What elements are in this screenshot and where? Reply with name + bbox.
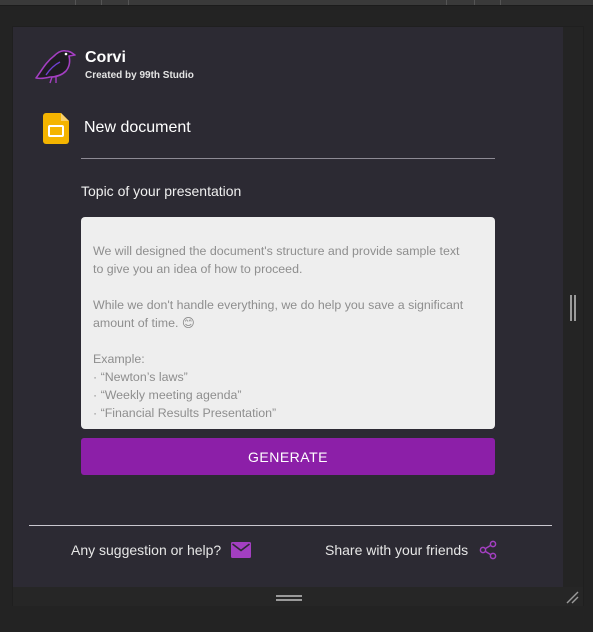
share-icon xyxy=(479,540,497,560)
placeholder-line: to give you an idea of how to proceed. xyxy=(93,262,303,276)
share-label: Share with your friends xyxy=(325,542,469,558)
horizontal-resize-handle[interactable] xyxy=(276,595,302,601)
raven-logo-icon xyxy=(35,49,76,84)
topic-label: Topic of your presentation xyxy=(81,183,242,199)
share-link[interactable]: Share with your friends xyxy=(325,539,498,561)
placeholder-line: While we don't handle everything, we do … xyxy=(93,298,464,312)
help-label: Any suggestion or help? xyxy=(71,542,222,558)
topic-input[interactable]: We will designed the document's structur… xyxy=(81,217,495,429)
placeholder-line: amount of time. 😊 xyxy=(93,316,195,330)
placeholder-line: We will designed the document's structur… xyxy=(93,244,460,258)
vertical-resize-handle[interactable] xyxy=(570,295,576,321)
generate-button[interactable]: GENERATE xyxy=(81,438,495,475)
placeholder-line: · “Newton’s laws” xyxy=(93,370,188,384)
document-title: New document xyxy=(84,119,191,136)
app-name: Corvi xyxy=(85,49,126,66)
resize-corner-icon[interactable] xyxy=(565,590,579,604)
footer-divider xyxy=(29,525,552,526)
divider xyxy=(81,158,495,159)
help-link[interactable]: Any suggestion or help? xyxy=(71,540,252,560)
app-credit: Created by 99th Studio xyxy=(85,70,194,81)
placeholder-line: Example: xyxy=(93,352,145,366)
placeholder-line: · “Weekly meeting agenda” xyxy=(93,388,242,402)
google-slides-icon xyxy=(43,113,69,144)
placeholder-line: · “Financial Results Presentation” xyxy=(93,406,277,420)
mail-icon xyxy=(231,542,252,558)
